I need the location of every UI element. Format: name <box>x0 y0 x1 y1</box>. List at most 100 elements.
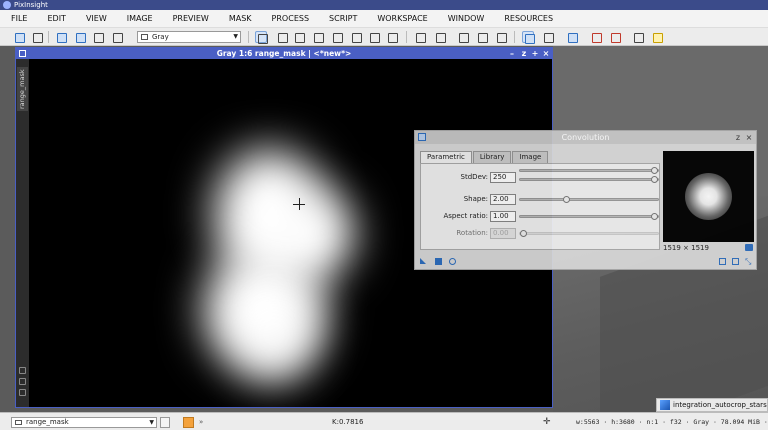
monitor-red-alt-icon[interactable] <box>609 31 621 43</box>
channel-select-value: Gray <box>152 33 169 41</box>
workspace-icon-label: integration_autocrop_stars <box>673 401 767 409</box>
gamut-check-icon[interactable] <box>651 31 663 43</box>
readout-mode-icon[interactable] <box>255 31 268 44</box>
minimize-button[interactable]: – <box>507 48 517 59</box>
app-titlebar: PixInsight <box>0 0 768 10</box>
convolution-dialog[interactable]: Convolution z × Parametric Library Image… <box>414 130 757 270</box>
main-toolbar: Gray ▼ <box>0 28 768 46</box>
close-button[interactable]: × <box>541 48 551 59</box>
convolution-titlebar[interactable]: Convolution z × <box>415 131 756 144</box>
stddev-fine-knob[interactable] <box>651 176 658 183</box>
stddev-fine-slider[interactable] <box>519 176 659 183</box>
toolbar-separator <box>514 31 515 43</box>
apply-icon[interactable] <box>435 258 442 265</box>
new-preview-icon[interactable] <box>350 31 362 43</box>
toolbar-separator <box>248 31 249 43</box>
menu-preview[interactable]: PREVIEW <box>163 14 219 23</box>
menu-process[interactable]: PROCESS <box>262 14 319 23</box>
shade-button[interactable]: z <box>733 131 743 144</box>
view-select[interactable]: range_mask ▼ <box>11 417 157 428</box>
duplicate-icon[interactable] <box>111 31 123 43</box>
mask-enable-icon[interactable] <box>495 31 507 43</box>
menu-edit[interactable]: EDIT <box>37 14 75 23</box>
edit-preview-icon[interactable] <box>368 31 380 43</box>
image-window-title: Gray 1:6 range_mask | <*new*> <box>216 49 352 58</box>
image-window-sidebar: range_mask <box>16 59 29 407</box>
menu-image[interactable]: IMAGE <box>117 14 163 23</box>
view-tab-range-mask[interactable]: range_mask <box>17 67 28 111</box>
pin-icon[interactable] <box>19 389 26 396</box>
stddev-coarse-knob[interactable] <box>651 167 658 174</box>
menu-mask[interactable]: MASK <box>219 14 262 23</box>
menu-view[interactable]: VIEW <box>76 14 117 23</box>
aspect-ratio-input[interactable]: 1.00 <box>490 211 516 222</box>
param-row-shape: Shape: 2.00 <box>421 194 661 205</box>
stddev-label: StdDev: <box>460 173 488 181</box>
maximize-button[interactable]: + <box>530 48 540 59</box>
monitor-icon[interactable] <box>566 31 578 43</box>
rotation-label: Rotation: <box>456 229 488 237</box>
toolbar-separator <box>406 31 407 43</box>
view-toggle-icon[interactable] <box>160 417 170 428</box>
camera-icon[interactable] <box>745 244 753 251</box>
redo-icon[interactable] <box>31 31 43 43</box>
apply-global-icon[interactable] <box>449 258 456 265</box>
stddev-coarse-slider[interactable] <box>519 167 659 174</box>
rotation-input[interactable]: 0.00 <box>490 228 516 239</box>
center-icon[interactable] <box>331 31 343 43</box>
tab-image[interactable]: Image <box>512 151 549 163</box>
menu-resources[interactable]: RESOURCES <box>494 14 563 23</box>
image-cube-icon <box>660 400 670 410</box>
tab-library[interactable]: Library <box>472 151 512 163</box>
more-chevron[interactable]: » <box>199 417 203 428</box>
monitor-red-icon[interactable] <box>590 31 602 43</box>
stddev-input[interactable]: 250 <box>490 172 516 183</box>
tab-parametric[interactable]: Parametric <box>420 151 472 163</box>
fit-icon[interactable] <box>19 378 26 385</box>
documentation-icon[interactable] <box>719 258 726 265</box>
convolution-tabs: Parametric Library Image <box>420 151 549 163</box>
param-row-aspect-ratio: Aspect ratio: 1.00 <box>421 211 661 222</box>
cursor-crosshair <box>299 198 300 210</box>
mask-show-icon[interactable] <box>457 31 469 43</box>
zoom-in-icon[interactable] <box>276 31 288 43</box>
workspace-icon-tile[interactable]: integration_autocrop_stars <box>656 398 768 412</box>
menu-workspace[interactable]: WORKSPACE <box>367 14 437 23</box>
mask-invert-icon[interactable] <box>476 31 488 43</box>
select-arrow-icon[interactable] <box>386 31 398 43</box>
fit-view-icon[interactable] <box>293 31 305 43</box>
rotation-knob[interactable] <box>520 230 527 237</box>
pan-icon[interactable] <box>312 31 324 43</box>
monitor-gray-icon[interactable] <box>632 31 644 43</box>
save-icon[interactable] <box>92 31 104 43</box>
menu-file[interactable]: FILE <box>0 14 37 23</box>
crosshair-icon[interactable]: ✛ <box>543 417 551 428</box>
channel-select[interactable]: Gray ▼ <box>137 31 241 43</box>
undo-icon[interactable] <box>13 31 25 43</box>
new-image-icon[interactable] <box>55 31 67 43</box>
new-instance-icon[interactable] <box>420 258 426 264</box>
open-icon[interactable] <box>74 31 86 43</box>
layout-icon[interactable] <box>414 31 426 43</box>
stf-icon[interactable] <box>434 31 446 43</box>
screen-alt-icon[interactable] <box>542 31 554 43</box>
shade-button[interactable]: z <box>519 48 529 59</box>
aspect-ratio-slider[interactable] <box>519 213 659 220</box>
status-bar: range_mask ▼ » K:0.7816 ✛ w:5563 · h:368… <box>0 412 768 430</box>
expand-icon[interactable] <box>19 367 26 374</box>
close-button[interactable]: × <box>744 131 754 144</box>
parametric-panel: StdDev: 250 Shape: 2.00 Aspect ratio: 1.… <box>420 163 660 250</box>
screen-icon[interactable] <box>522 31 535 44</box>
shape-slider[interactable] <box>519 196 659 203</box>
shape-input[interactable]: 2.00 <box>490 194 516 205</box>
channel-swatch-icon <box>141 34 148 40</box>
image-window-titlebar[interactable]: Gray 1:6 range_mask | <*new*> – z + × <box>16 48 552 59</box>
shape-knob[interactable] <box>563 196 571 203</box>
preferences-icon[interactable] <box>732 258 739 265</box>
rotation-slider[interactable] <box>519 230 659 237</box>
mask-color-swatch[interactable] <box>183 417 194 428</box>
menu-script[interactable]: SCRIPT <box>319 14 367 23</box>
reset-icon[interactable]: ⤡ <box>745 258 752 266</box>
aspect-ratio-knob[interactable] <box>651 213 658 220</box>
menu-window[interactable]: WINDOW <box>438 14 495 23</box>
